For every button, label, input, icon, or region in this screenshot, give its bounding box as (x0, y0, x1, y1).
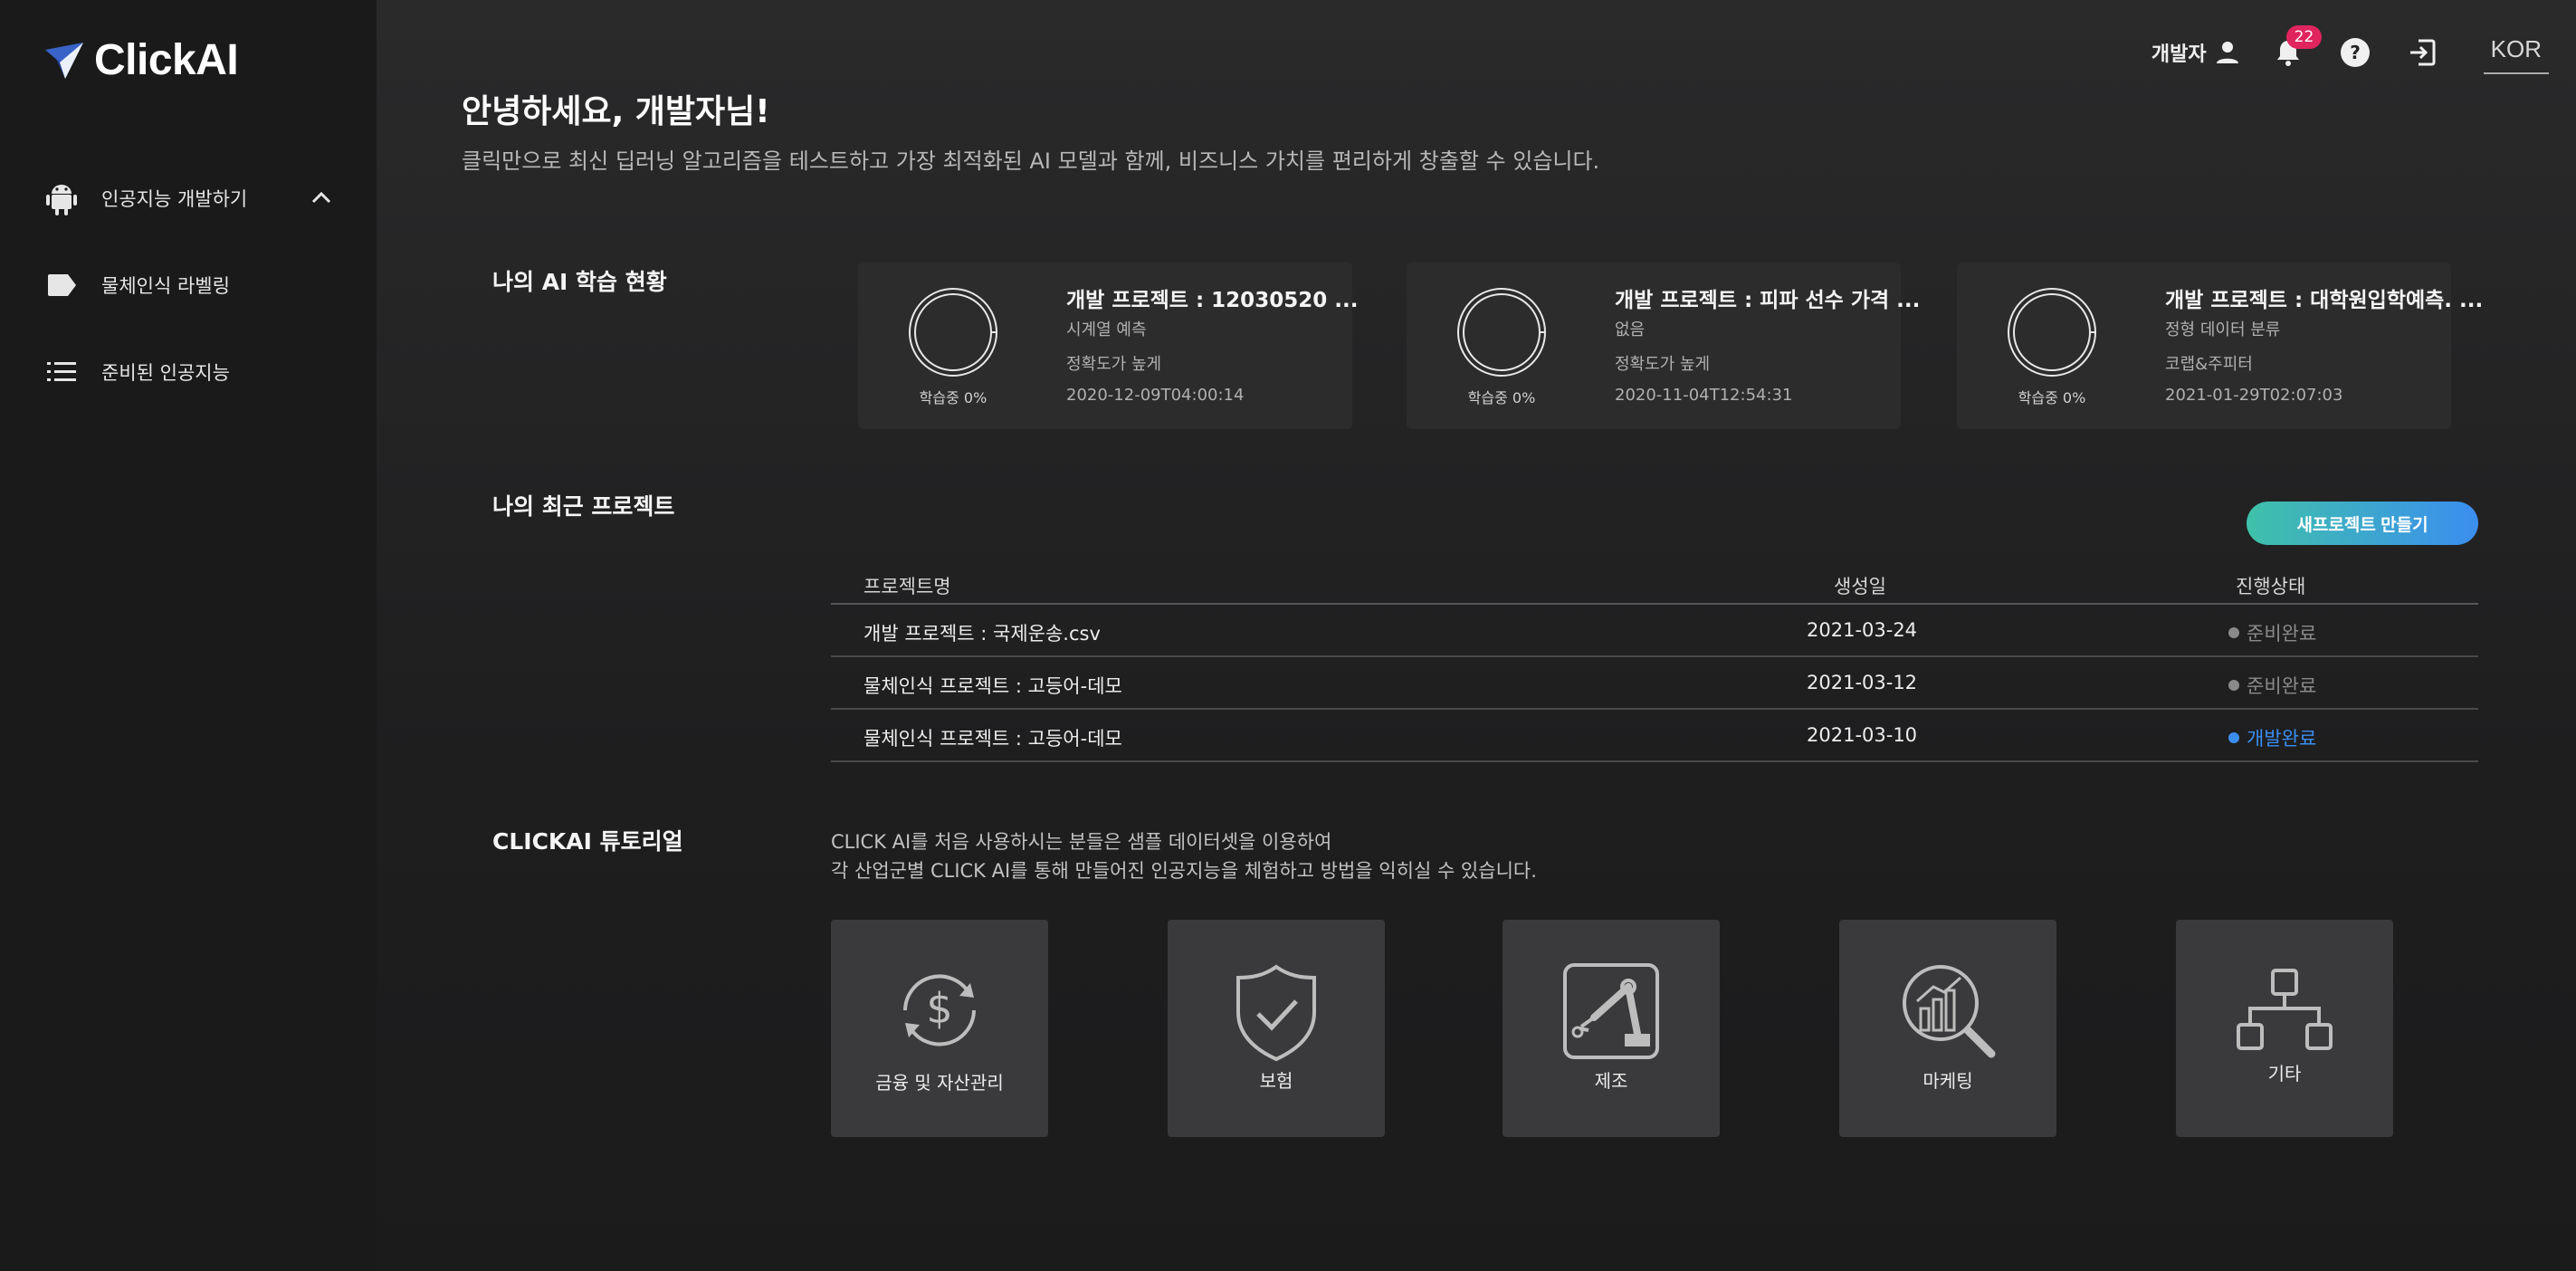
card-title: 개발 프로젝트 : 12030520 ... (1066, 289, 1359, 312)
clickai-logo-icon (45, 43, 83, 79)
app-name: ClickAI (94, 35, 239, 84)
sidebar: ClickAI 인공지능 개발하기 물체인식 라벨링 준비된 인공지능 (0, 0, 377, 1271)
logout-button[interactable] (2402, 33, 2442, 72)
sidebar-item-label: 준비된 인공지능 (101, 362, 230, 384)
dollar-cycle-icon: $ (903, 974, 976, 1046)
logout-icon (2409, 39, 2436, 66)
recent-projects-title: 나의 최근 프로젝트 (492, 493, 675, 520)
tile-label: 제조 (1594, 1070, 1628, 1092)
card-title: 개발 프로젝트 : 대학원입학예측. ... (2165, 289, 2484, 312)
training-card[interactable]: 학습중 0% 개발 프로젝트 : 12030520 ... 시계열 예측 정확도… (858, 263, 1358, 429)
tile-label: 마케팅 (1922, 1070, 1973, 1092)
project-name[interactable]: 물체인식 프로젝트 : 고등어-데모 (863, 724, 1122, 751)
card-type: 없음 (1615, 320, 1646, 339)
card-priority: 코랩&주피터 (2165, 355, 2253, 374)
sidebar-item-object-labeling[interactable]: 물체인식 라벨링 (43, 263, 333, 308)
recent-projects-table: 프로젝트명 생성일 진행상태 개발 프로젝트 : 국제운송.csv 2021-0… (831, 565, 2478, 762)
tutorial-tile-insurance[interactable]: 보험 (1168, 920, 1385, 1137)
chart-magnifier-icon (1903, 965, 1996, 1058)
svg-text:$: $ (926, 984, 952, 1033)
svg-text:?: ? (2350, 42, 2361, 63)
sidebar-item-label: 인공지능 개발하기 (101, 188, 248, 210)
tutorial-desc-line2: 각 산업군별 CLICK AI를 통해 만들어진 인공지능을 체험하고 방법을 … (831, 860, 1537, 882)
column-header-name[interactable]: 프로젝트명 (863, 572, 951, 599)
status-badge: 준비완료 (2228, 619, 2316, 646)
status-text: 개발완료 (2247, 728, 2317, 750)
project-date: 2021-03-10 (1807, 724, 1918, 746)
progress-label: 학습중 0% (919, 389, 987, 406)
table-row[interactable]: 개발 프로젝트 : 국제운송.csv 2021-03-24 준비완료 (831, 605, 2478, 657)
status-dot (2228, 732, 2239, 743)
card-priority: 정확도가 높게 (1615, 355, 1711, 374)
table-row[interactable]: 물체인식 프로젝트 : 고등어-데모 2021-03-12 준비완료 (831, 657, 2478, 710)
tutorial-desc-line1: CLICK AI를 처음 사용하시는 분들은 샘플 데이터셋을 이용하여 (831, 831, 1332, 853)
table-header: 프로젝트명 생성일 진행상태 (831, 565, 2478, 605)
column-header-status[interactable]: 진행상태 (2236, 572, 2305, 599)
tutorial-tile-other[interactable]: 기타 (2176, 920, 2393, 1137)
new-project-button[interactable]: 새프로젝트 만들기 (2247, 502, 2478, 545)
status-badge: 개발완료 (2228, 724, 2316, 751)
card-type: 시계열 예측 (1066, 320, 1147, 339)
tile-label: 기타 (2267, 1063, 2302, 1085)
notification-badge: 22 (2285, 25, 2323, 49)
card-type: 정형 데이터 분류 (2165, 320, 2281, 339)
person-icon (2216, 42, 2238, 63)
user-menu[interactable]: 개발자 (2151, 38, 2241, 67)
card-date: 2020-11-04T12:54:31 (1615, 386, 1793, 405)
status-text: 준비완료 (2247, 675, 2317, 697)
card-date: 2021-01-29T02:07:03 (2165, 386, 2343, 405)
app-logo[interactable]: ClickAI (43, 33, 239, 87)
page-title: 안녕하세요, 개발자님! (462, 93, 770, 130)
help-icon: ? (2340, 38, 2370, 67)
tutorial-tile-marketing[interactable]: 마케팅 (1839, 920, 2056, 1137)
top-bar: 개발자 22 ? KOR (2151, 25, 2549, 80)
training-card[interactable]: 학습중 0% 개발 프로젝트 : 피파 선수 가격 ... 없음 정확도가 높게… (1407, 263, 1920, 429)
progress-ring (1457, 288, 1546, 377)
progress-label: 학습중 0% (2018, 389, 2086, 406)
chevron-up-icon[interactable] (310, 186, 333, 214)
tile-label: 금융 및 자산관리 (875, 1072, 1004, 1094)
tutorial-tile-finance[interactable]: $ 금융 및 자산관리 (831, 920, 1048, 1137)
progress-ring (909, 288, 997, 377)
language-selector[interactable]: KOR (2483, 32, 2549, 74)
page-subtitle: 클릭만으로 최신 딥러닝 알고리즘을 테스트하고 가장 최적화된 AI 모델과 … (462, 148, 1600, 174)
card-title: 개발 프로젝트 : 피파 선수 가격 ... (1615, 289, 1921, 312)
ai-status-title: 나의 AI 학습 현황 (492, 269, 667, 295)
hierarchy-icon (2237, 969, 2333, 1050)
training-card[interactable]: 학습중 0% 개발 프로젝트 : 대학원입학예측. ... 정형 데이터 분류 … (1957, 263, 2483, 429)
card-priority: 정확도가 높게 (1066, 355, 1162, 374)
list-icon (43, 354, 80, 390)
shield-check-icon (1236, 964, 1316, 1062)
user-label: 개발자 (2151, 43, 2207, 66)
help-button[interactable]: ? (2335, 33, 2375, 72)
robot-arm-icon (1563, 963, 1659, 1059)
status-badge: 준비완료 (2228, 672, 2316, 699)
tutorial-title: CLICKAI 튜토리얼 (492, 828, 683, 855)
card-date: 2020-12-09T04:00:14 (1066, 386, 1245, 405)
sidebar-item-label: 물체인식 라벨링 (101, 275, 230, 297)
android-icon (43, 180, 80, 216)
project-date: 2021-03-12 (1807, 672, 1918, 693)
column-header-date[interactable]: 생성일 (1834, 572, 1886, 599)
status-dot (2228, 627, 2239, 638)
table-row[interactable]: 물체인식 프로젝트 : 고등어-데모 2021-03-10 개발완료 (831, 710, 2478, 762)
status-text: 준비완료 (2247, 623, 2317, 645)
sidebar-item-ready-ai[interactable]: 준비된 인공지능 (43, 349, 333, 395)
sidebar-item-ai-develop[interactable]: 인공지능 개발하기 (43, 176, 333, 221)
tutorial-tile-manufacturing[interactable]: 제조 (1503, 920, 1720, 1137)
status-dot (2228, 680, 2239, 691)
project-name[interactable]: 개발 프로젝트 : 국제운송.csv (863, 619, 1101, 646)
progress-ring (2008, 288, 2096, 377)
project-name[interactable]: 물체인식 프로젝트 : 고등어-데모 (863, 672, 1122, 699)
tile-label: 보험 (1259, 1070, 1293, 1092)
project-date: 2021-03-24 (1807, 619, 1918, 641)
notification-button[interactable]: 22 (2268, 25, 2323, 72)
label-tag-icon (43, 267, 80, 303)
progress-label: 학습중 0% (1467, 389, 1536, 406)
